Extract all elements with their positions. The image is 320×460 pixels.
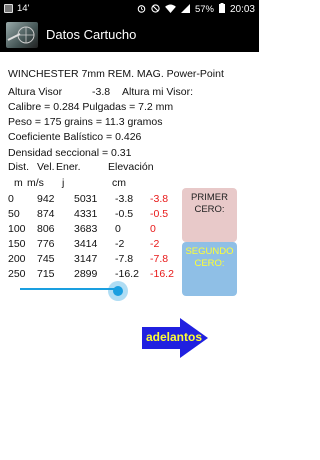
altura-visor-value: -3.8 — [92, 86, 111, 98]
cell-dist: 50 — [8, 208, 20, 220]
cell-elev: -0.5 — [115, 208, 134, 220]
cell-elev: -2 — [115, 238, 125, 250]
segundo-cero-label: SEGUNDO CERO: — [185, 246, 234, 269]
cell-elev-mi-visor: -0.5 — [150, 208, 169, 220]
altura-visor-label: Altura Visor — [8, 86, 63, 98]
table-header-row: Dist. Vel. Ener. Elevación — [0, 161, 259, 175]
cell-dist: 200 — [8, 253, 26, 265]
cell-vel: 776 — [37, 238, 55, 250]
calibre-text: Calibre = 0.284 Pulgadas = 7.2 mm — [8, 101, 174, 113]
app-notification-icon — [4, 4, 13, 13]
cell-vel: 745 — [37, 253, 55, 265]
clock-time: 20:03 — [229, 4, 255, 15]
cell-vel: 874 — [37, 208, 55, 220]
segundo-cero-button[interactable]: SEGUNDO CERO: — [182, 242, 237, 296]
cell-elev-mi-visor: -2 — [150, 238, 160, 250]
header-ener: Ener. — [56, 161, 81, 173]
header-elev: Elevación — [108, 161, 154, 173]
cell-ener: 4331 — [74, 208, 98, 220]
status-bar: 14' 57% 20:03 — [0, 0, 259, 18]
header-dist: Dist. — [8, 161, 29, 173]
cell-elev: -3.8 — [115, 193, 134, 205]
cell-dist: 150 — [8, 238, 26, 250]
cell-elev-mi-visor: -3.8 — [150, 193, 169, 205]
notification-text: 14' — [17, 3, 30, 14]
app-title: Datos Cartucho — [46, 27, 137, 42]
cell-elev: 0 — [115, 223, 121, 235]
distance-slider-thumb[interactable] — [108, 281, 128, 301]
cell-ener: 5031 — [74, 193, 98, 205]
signal-icon — [180, 3, 190, 16]
densidad-text: Densidad seccional = 0.31 — [8, 147, 132, 159]
cell-dist: 250 — [8, 268, 26, 280]
unit-elev: cm — [112, 177, 126, 189]
cartridge-name: WINCHESTER 7mm REM. MAG. Power-Point — [8, 68, 224, 80]
cell-elev: -16.2 — [115, 268, 139, 280]
cell-ener: 2899 — [74, 268, 98, 280]
cell-ener: 3147 — [74, 253, 98, 265]
app-bar: Datos Cartucho — [0, 18, 259, 52]
wifi-icon — [165, 3, 176, 16]
cell-ener: 3414 — [74, 238, 98, 250]
battery-percent: 57% — [194, 4, 214, 15]
header-vel: Vel. — [37, 161, 55, 173]
coeficiente-text: Coeficiente Balístico = 0.426 — [8, 131, 142, 143]
adelantos-button[interactable]: adelantos — [142, 318, 208, 358]
mute-icon — [151, 3, 160, 16]
unit-ener: j — [62, 177, 65, 189]
primer-cero-label: PRIMER CERO: — [191, 192, 228, 215]
battery-icon — [218, 3, 225, 16]
cell-dist: 0 — [8, 193, 14, 205]
unit-dist: m — [14, 177, 23, 189]
adelantos-label: adelantos — [146, 330, 203, 344]
cell-vel: 806 — [37, 223, 55, 235]
cell-dist: 100 — [8, 223, 26, 235]
cell-vel: 715 — [37, 268, 55, 280]
cell-elev: -7.8 — [115, 253, 134, 265]
cell-elev-mi-visor: -16.2 — [150, 268, 174, 280]
peso-text: Peso = 175 grains = 11.3 gramos — [8, 116, 163, 128]
altura-mi-visor-label: Altura mi Visor: — [122, 86, 193, 98]
cell-elev-mi-visor: -7.8 — [150, 253, 169, 265]
cell-vel: 942 — [37, 193, 55, 205]
unit-vel: m/s — [27, 177, 44, 189]
primer-cero-button[interactable]: PRIMER CERO: — [182, 188, 237, 242]
alarm-icon — [137, 4, 146, 16]
app-logo-icon — [6, 22, 38, 48]
distance-slider-track[interactable] — [20, 288, 120, 290]
cell-elev-mi-visor: 0 — [150, 223, 156, 235]
cell-ener: 3683 — [74, 223, 98, 235]
